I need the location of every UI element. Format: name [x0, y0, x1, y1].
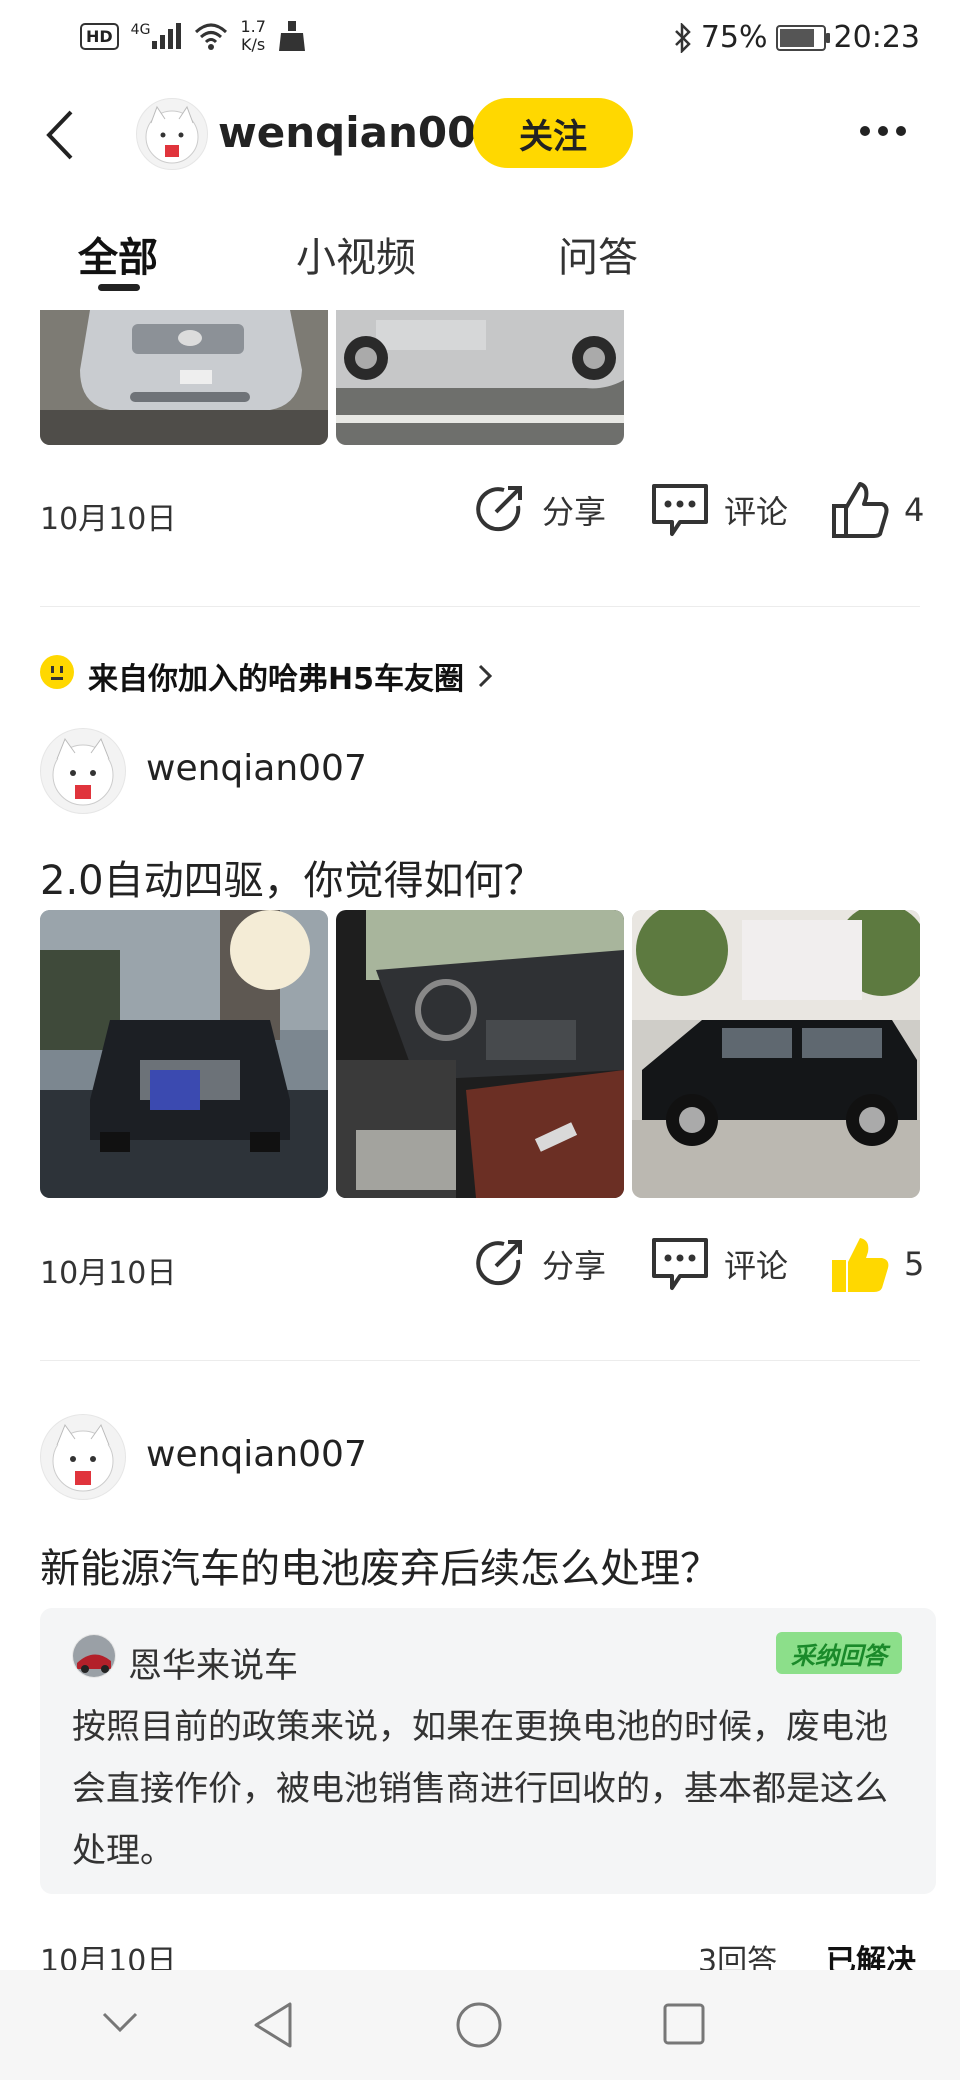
chevron-left-icon	[46, 110, 73, 160]
home-circle-icon[interactable]	[455, 2001, 503, 2049]
tab-short-video[interactable]: 小视频	[296, 225, 416, 283]
more-options-icon[interactable]	[860, 126, 906, 136]
battery-percent: 75%	[700, 20, 768, 55]
network-speed: 1.7 K/s	[240, 17, 266, 54]
question-title[interactable]: 新能源汽车的电池废弃后续怎么处理？	[40, 1536, 720, 1594]
thumbs-up-filled-icon	[832, 1238, 889, 1292]
tab-all[interactable]: 全部	[78, 225, 158, 283]
like-button[interactable]: 4	[830, 480, 924, 540]
header-username[interactable]: wenqian007	[218, 108, 506, 157]
chevron-down-icon[interactable]	[100, 2010, 140, 2034]
post-username[interactable]: wenqian007	[146, 1434, 367, 1475]
wifi-icon	[195, 23, 228, 50]
emoji-icon	[40, 655, 74, 689]
follow-button[interactable]: 关注	[473, 98, 633, 168]
tab-qa[interactable]: 问答	[558, 225, 638, 283]
like-button[interactable]: 5	[830, 1234, 924, 1294]
comment-button[interactable]: 评论	[650, 1236, 788, 1292]
post-date: 10月10日	[40, 1256, 177, 1291]
thumbs-up-icon	[832, 482, 889, 538]
signal-icon: 4G	[131, 23, 183, 49]
tab-indicator	[98, 284, 140, 291]
clock: 20:23	[833, 20, 920, 55]
divider	[40, 606, 920, 607]
post-username[interactable]: wenqian007	[146, 748, 367, 789]
share-button[interactable]: 分享	[472, 1236, 606, 1292]
post-image[interactable]	[40, 910, 328, 1198]
comment-icon	[652, 484, 708, 536]
bluetooth-icon	[674, 22, 691, 53]
header-avatar[interactable]	[136, 98, 208, 170]
chevron-right-icon	[478, 664, 492, 688]
status-bar: HD 4G 1.7 K/s 75% 20:23	[0, 0, 960, 80]
recent-apps-icon[interactable]	[662, 2002, 706, 2046]
post-image[interactable]	[336, 910, 624, 1198]
answer-text: 按照目前的政策来说，如果在更换电池的时候，废电池会直接作价，被电池销售商进行回收…	[72, 1707, 888, 1871]
back-triangle-icon[interactable]	[252, 2000, 296, 2050]
back-button[interactable]	[30, 100, 90, 170]
share-button[interactable]: 分享	[472, 482, 606, 538]
divider	[40, 1360, 920, 1361]
accepted-answer-badge: 采纳回答	[776, 1632, 902, 1674]
post-image[interactable]	[632, 910, 920, 1198]
user-avatar[interactable]	[40, 1414, 126, 1500]
hd-indicator: HD	[80, 22, 119, 50]
comment-icon	[652, 1238, 708, 1290]
answerer-name[interactable]: 恩华来说车	[128, 1638, 298, 1687]
battery-icon	[775, 24, 830, 51]
comment-button[interactable]: 评论	[650, 482, 788, 538]
answerer-avatar[interactable]	[72, 1634, 116, 1678]
group-source-link[interactable]: 来自你加入的哈弗H5车友圈	[88, 654, 492, 698]
post-date: 10月10日	[40, 502, 177, 537]
user-avatar[interactable]	[40, 728, 126, 814]
post-image[interactable]	[40, 310, 328, 445]
share-icon	[476, 486, 522, 532]
post-image[interactable]	[336, 310, 624, 445]
share-icon	[476, 1240, 522, 1286]
post-title[interactable]: 2.0自动四驱，你觉得如何？	[40, 848, 544, 906]
cleaner-icon	[278, 21, 305, 51]
system-navigation-bar	[0, 1970, 960, 2080]
